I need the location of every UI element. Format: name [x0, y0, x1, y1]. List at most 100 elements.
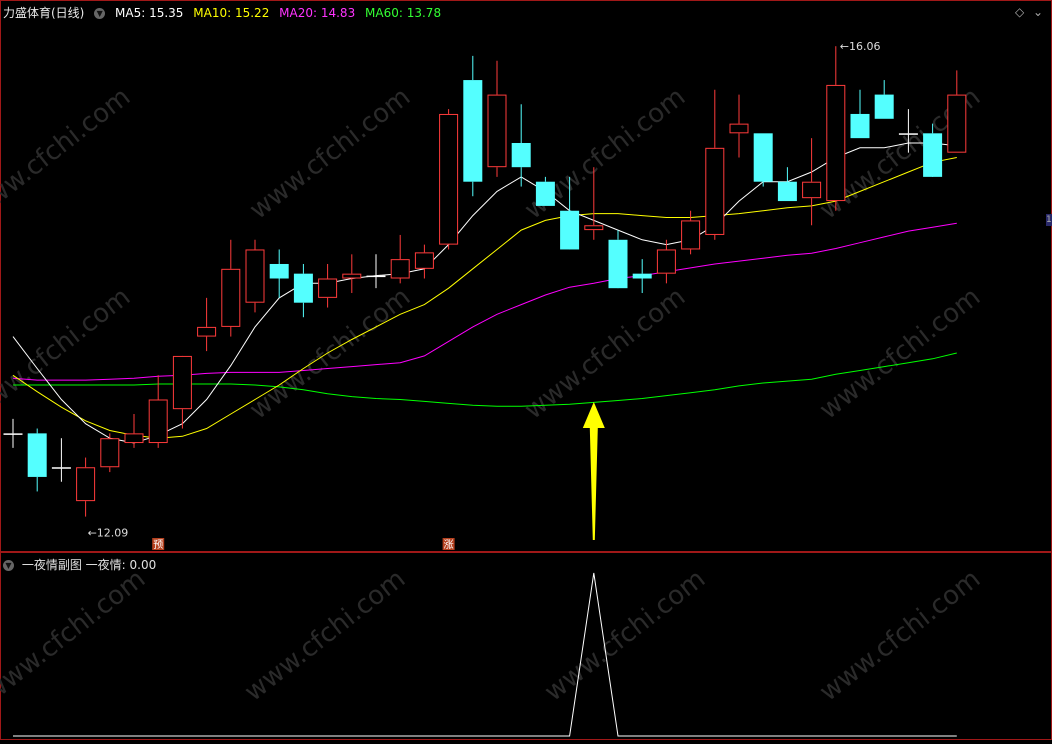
watermark-text: www.cfchi.com — [519, 282, 691, 426]
candle-body — [245, 249, 265, 303]
candle-body — [390, 259, 410, 279]
candle — [487, 60, 507, 177]
main-panel-border — [0, 0, 1052, 552]
candle-body — [584, 225, 604, 231]
candle-body — [850, 113, 870, 139]
candle-body — [777, 181, 797, 202]
candle-body — [535, 181, 555, 206]
candle — [705, 89, 725, 240]
candle — [850, 89, 870, 139]
candle — [51, 438, 71, 482]
candle-body — [826, 84, 846, 202]
candle-body — [76, 467, 96, 502]
right-edge-marker: 1 — [1046, 214, 1052, 226]
candle — [414, 244, 434, 279]
chevron-down-icon[interactable]: ⌄ — [1033, 5, 1043, 19]
ma5-value: MA5: 15.35 — [115, 6, 184, 20]
ma60-line — [13, 352, 957, 407]
ma20-value: MA20: 14.83 — [279, 6, 356, 20]
watermark-text: www.cfchi.com — [239, 564, 411, 708]
candle-body — [124, 433, 144, 444]
candle — [656, 239, 676, 284]
candle — [293, 263, 313, 318]
low-price-label: ←12.09 — [88, 527, 129, 540]
high-price-label: ←16.06 — [840, 40, 881, 53]
indicator-header: ▼ 一夜情副图 一夜情: 0.00 — [3, 556, 156, 573]
marker-yu: 预 — [153, 539, 163, 551]
candle-body — [656, 249, 676, 274]
candle-body — [100, 438, 120, 468]
candle-body — [3, 433, 23, 435]
candle — [390, 234, 410, 284]
indicator-line — [13, 572, 957, 737]
candle — [463, 55, 483, 197]
watermark-text: www.cfchi.com — [244, 82, 416, 226]
watermark-text: www.cfchi.com — [0, 282, 136, 426]
candle — [826, 46, 846, 211]
candle-body — [172, 355, 192, 410]
indicator-menu-icon[interactable]: ▼ — [3, 560, 14, 571]
marker-zhang: 涨 — [444, 539, 454, 551]
candle-body — [681, 220, 701, 250]
ma10-value: MA10: 15.22 — [193, 6, 270, 20]
candle — [197, 297, 217, 352]
indicator-chart: www.cfchi.com www.cfchi.com www.cfchi.com w… — [0, 552, 1052, 740]
candle — [777, 167, 797, 202]
candle-body — [632, 273, 652, 279]
stock-title[interactable]: 力盛体育(日线) — [3, 6, 84, 20]
ma20-line — [12, 222, 957, 381]
watermark-text: www.cfchi.com — [0, 564, 151, 708]
candle — [76, 457, 96, 517]
candle — [753, 133, 773, 187]
candle-body — [729, 123, 749, 134]
candle — [874, 80, 894, 119]
candle-body — [318, 278, 338, 298]
candle-body — [293, 273, 313, 303]
candle-body — [269, 263, 289, 279]
candle — [27, 428, 47, 492]
candle-body — [148, 399, 168, 444]
watermark-text: www.cfchi.com — [0, 82, 136, 226]
candle-body — [802, 181, 822, 199]
indicator-title[interactable]: 一夜情副图 — [22, 558, 82, 572]
candle-body — [608, 239, 628, 289]
candlestick-chart: www.cfchi.com www.cfchi.com www.cfchi.com w… — [0, 0, 1052, 552]
candle-body — [874, 94, 894, 119]
candle — [245, 239, 265, 313]
candle — [269, 249, 289, 298]
candle-body — [463, 80, 483, 182]
candle-body — [753, 133, 773, 182]
candle-body — [366, 275, 386, 278]
candle-body — [947, 94, 967, 153]
watermark-text: www.cfchi.com — [814, 564, 986, 708]
candle-body — [560, 210, 580, 250]
candle-body — [705, 147, 725, 235]
candle — [608, 230, 628, 289]
candle-body — [27, 433, 47, 477]
candle-body — [439, 113, 459, 245]
candle — [342, 254, 362, 294]
indicator-panel[interactable]: www.cfchi.com www.cfchi.com www.cfchi.com w… — [0, 552, 1052, 740]
candle-body — [898, 133, 918, 135]
ma60-value: MA60: 13.78 — [365, 6, 442, 20]
candle — [221, 239, 241, 337]
candle — [511, 104, 531, 187]
ma10-line — [12, 157, 957, 439]
watermark-text: www.cfchi.com — [814, 282, 986, 426]
candle — [947, 70, 967, 153]
candle — [148, 375, 168, 448]
candle — [3, 418, 23, 448]
chart-header: 力盛体育(日线) ▼ MA5: 15.35 MA10: 15.22 MA20: … — [3, 4, 447, 21]
indicator-value: 一夜情: 0.00 — [85, 558, 157, 572]
settings-circle-icon[interactable]: ▼ — [94, 8, 106, 19]
main-chart-panel[interactable]: www.cfchi.com www.cfchi.com www.cfchi.com w… — [0, 0, 1052, 552]
watermark-text: www.cfchi.com — [244, 282, 416, 426]
candle — [366, 254, 386, 289]
diamond-icon[interactable]: ◇ — [1015, 5, 1024, 19]
candle — [729, 94, 749, 158]
candle-body — [511, 142, 531, 168]
watermark-text: www.cfchi.com — [539, 564, 711, 708]
candle-body — [414, 252, 434, 269]
candle — [802, 138, 822, 226]
candle-body — [342, 273, 362, 279]
